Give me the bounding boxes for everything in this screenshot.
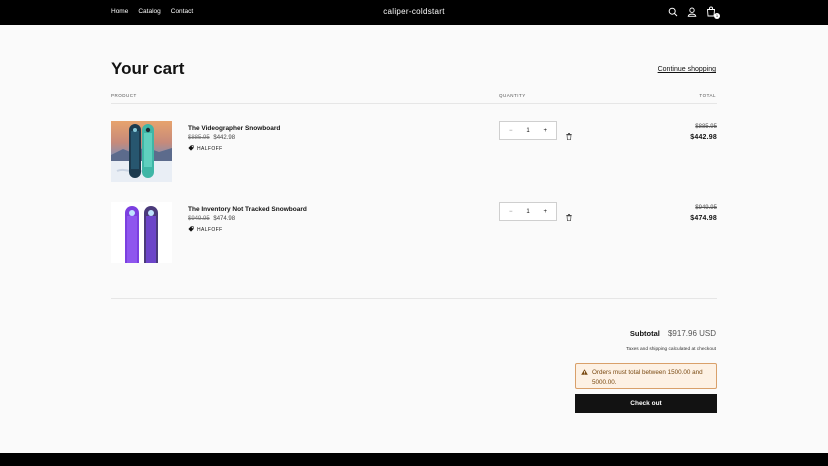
product-name[interactable]: The Inventory Not Tracked Snowboard [188, 206, 307, 213]
warning-text: Orders must total between 1500.00 and 50… [592, 369, 703, 386]
plus-icon[interactable]: + [543, 128, 547, 134]
original-price: $949.95 [188, 216, 210, 222]
quantity-value[interactable]: 1 [526, 128, 529, 134]
product-name[interactable]: The Videographer Snowboard [188, 125, 280, 132]
tag-icon [188, 226, 194, 234]
minus-icon[interactable]: − [509, 128, 513, 134]
product-image-inventory[interactable] [111, 202, 172, 263]
subtotal-value: $917.96 USD [667, 329, 716, 338]
line-total: $885.95 $442.98 [690, 124, 717, 141]
discount-label: HALFOFF [188, 226, 223, 234]
trash-icon[interactable] [566, 127, 572, 145]
taxes-note: Taxes and shipping calculated at checkou… [626, 347, 716, 352]
discount-code: HALFOFF [197, 227, 223, 233]
line-total-discounted: $442.98 [690, 134, 717, 141]
product-image-videographer[interactable] [111, 121, 172, 182]
discounted-price: $474.98 [213, 216, 236, 222]
plus-icon[interactable]: + [543, 209, 547, 215]
column-header-total: TOTAL [699, 93, 716, 98]
account-icon[interactable] [687, 7, 697, 17]
quantity-stepper: − 1 + [499, 202, 557, 221]
header-icons: 1 [668, 6, 720, 19]
discount-label: HALFOFF [188, 145, 223, 153]
discounted-price: $442.98 [213, 135, 236, 141]
checkout-button[interactable]: Check out [575, 394, 717, 413]
line-total-original: $949.95 [695, 205, 717, 211]
tag-icon [188, 145, 194, 153]
site-footer [0, 453, 828, 466]
quantity-stepper: − 1 + [499, 121, 557, 140]
discount-code: HALFOFF [197, 146, 223, 152]
minus-icon[interactable]: − [509, 209, 513, 215]
column-header-product: PRODUCT [111, 93, 137, 98]
cart-item: The Inventory Not Tracked Snowboard $949… [111, 202, 717, 264]
search-icon[interactable] [668, 7, 678, 17]
cart-item: The Videographer Snowboard $885.95 $442.… [111, 121, 717, 183]
subtotal: Subtotal $917.96 USD [630, 329, 716, 338]
items-divider [111, 298, 717, 299]
subtotal-label: Subtotal [629, 329, 660, 338]
order-minimum-warning: Orders must total between 1500.00 and 50… [575, 363, 717, 389]
page-title: Your cart [111, 59, 185, 78]
line-total-discounted: $474.98 [690, 215, 717, 222]
quantity-value[interactable]: 1 [526, 209, 529, 215]
original-price: $885.95 [188, 135, 210, 141]
unit-price: $885.95 $442.98 [188, 135, 235, 141]
line-total-original: $885.95 [695, 124, 717, 130]
cart-icon[interactable]: 1 [706, 6, 720, 19]
line-total: $949.95 $474.98 [690, 205, 717, 222]
cart-count-badge: 1 [714, 13, 720, 19]
trash-icon[interactable] [566, 208, 572, 226]
site-header: Home Catalog Contact caliper-coldstart 1 [0, 0, 828, 25]
column-header-quantity: QUANTITY [499, 93, 526, 98]
header-divider [111, 103, 717, 104]
continue-shopping-link[interactable]: Continue shopping [658, 66, 716, 73]
unit-price: $949.95 $474.98 [188, 216, 235, 222]
